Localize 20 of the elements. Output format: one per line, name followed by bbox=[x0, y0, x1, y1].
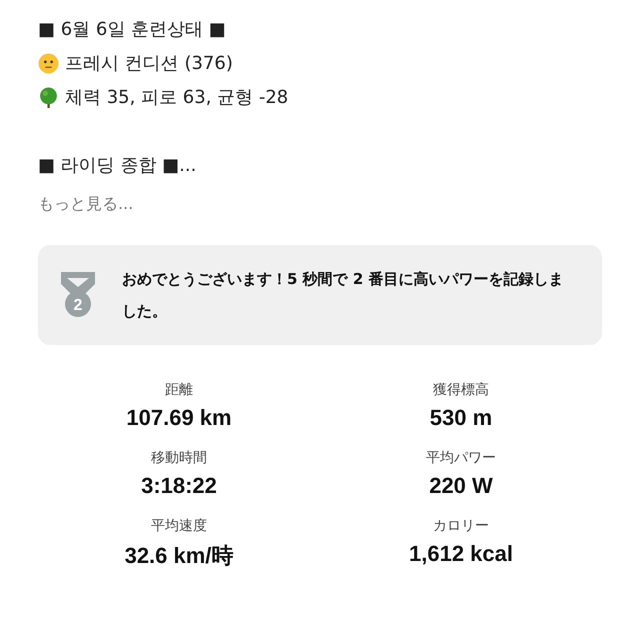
stat-label: 移動時間 bbox=[151, 449, 207, 467]
stat-value: 530 m bbox=[430, 405, 492, 431]
tree-icon bbox=[38, 86, 59, 108]
stat-value: 32.6 km/時 bbox=[124, 542, 234, 570]
post-text: ■ 라이딩 종합 ■... bbox=[38, 154, 196, 177]
stat-label: 平均パワー bbox=[426, 449, 496, 467]
stat-label: 平均速度 bbox=[151, 517, 207, 535]
post-text: ■ 6월 6일 훈련상태 ■ bbox=[38, 18, 226, 41]
stat-label: カロリー bbox=[433, 517, 489, 535]
stat-value: 220 W bbox=[429, 473, 493, 499]
stat-label: 距離 bbox=[165, 381, 193, 399]
face-icon bbox=[38, 52, 59, 74]
post-text: 체력 35, 피로 63, 균형 -28 bbox=[65, 86, 288, 109]
stat-label: 獲得標高 bbox=[433, 381, 489, 399]
post-text: 프레시 컨디션 (376) bbox=[65, 52, 233, 75]
stat-value: 107.69 km bbox=[126, 405, 232, 431]
achievement-message: おめでとうございます！5 秒間で 2 番目に高いパワーを記録しました。 bbox=[122, 269, 565, 322]
stat-value: 3:18:22 bbox=[141, 473, 217, 499]
see-more-link[interactable]: もっと見る... bbox=[38, 194, 134, 215]
stat-value: 1,612 kcal bbox=[409, 541, 513, 567]
